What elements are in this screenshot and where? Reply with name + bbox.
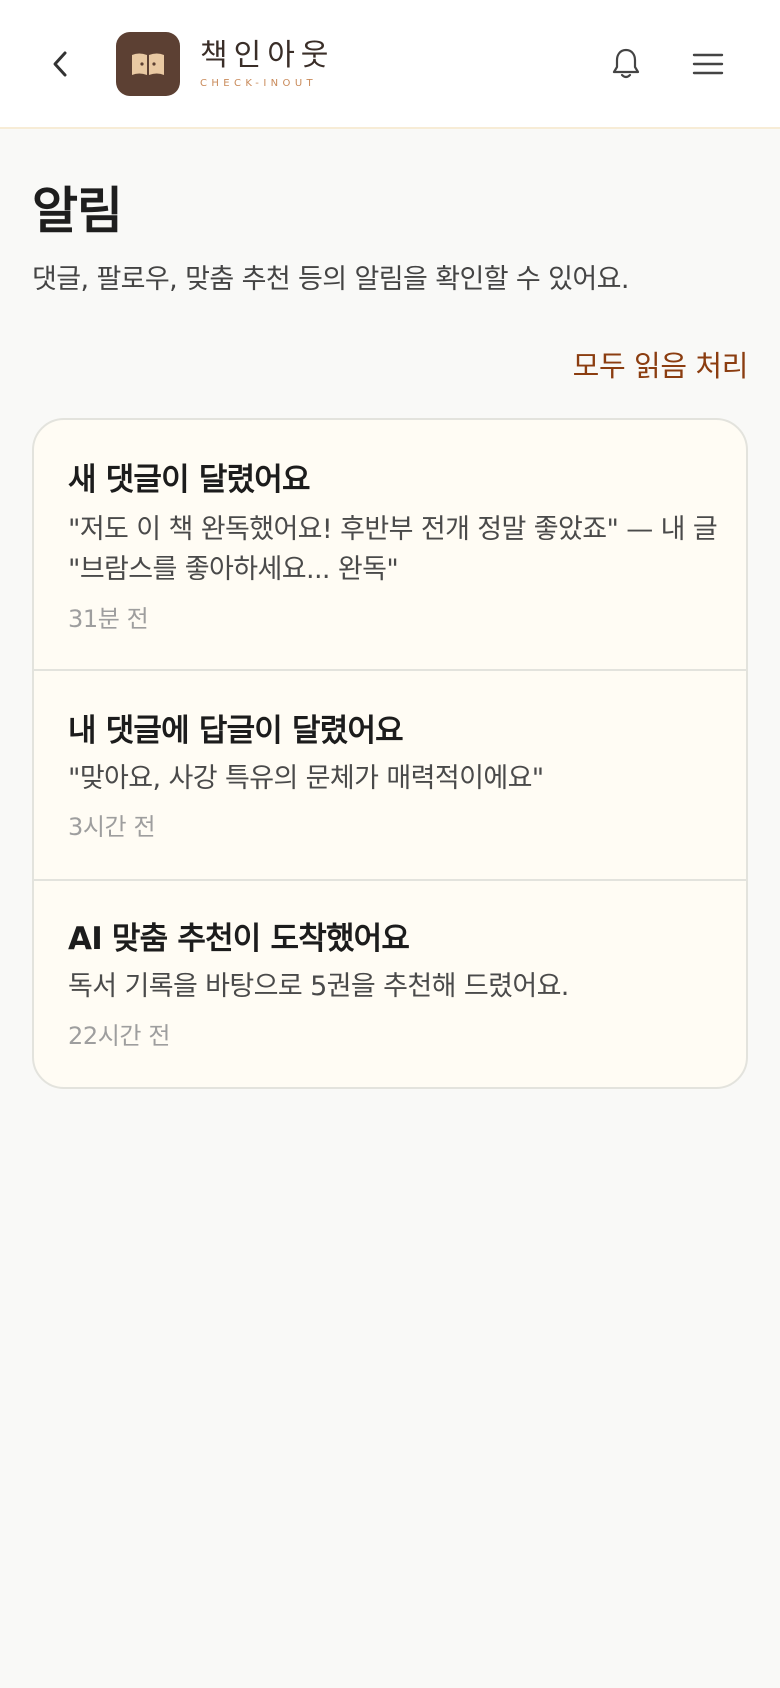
brand-tagline: CHECK-INOUT bbox=[200, 78, 318, 89]
bell-icon bbox=[612, 48, 640, 79]
menu-button[interactable] bbox=[686, 40, 730, 88]
brand-name: 책인아웃 bbox=[200, 38, 335, 73]
notification-item[interactable]: 새 댓글이 달렸어요 "저도 이 책 완독했어요! 후반부 전개 정말 좋았죠"… bbox=[34, 420, 746, 671]
page-title: 알림 bbox=[32, 182, 123, 240]
notification-title: 내 댓글에 답글이 달렸어요 bbox=[68, 713, 404, 749]
notification-body: "맞아요, 사강 특유의 문체가 매력적이에요" bbox=[68, 763, 544, 794]
notification-time: 22시간 전 bbox=[68, 1022, 171, 1050]
chevron-left-icon bbox=[53, 51, 67, 77]
notification-item[interactable]: 내 댓글에 답글이 달렸어요 "맞아요, 사강 특유의 문체가 매력적이에요" … bbox=[34, 671, 746, 881]
notification-item[interactable]: AI 맞춤 추천이 도착했어요 독서 기록을 바탕으로 5권을 추천해 드렸어요… bbox=[34, 881, 746, 1087]
notifications-button[interactable] bbox=[604, 40, 648, 88]
notification-body: "저도 이 책 완독했어요! 후반부 전개 정말 좋았죠" — 내 글 "브람스… bbox=[68, 514, 718, 585]
notification-time: 31분 전 bbox=[68, 605, 149, 633]
mark-all-read-button[interactable]: 모두 읽음 처리 bbox=[573, 346, 749, 386]
open-book-icon bbox=[132, 53, 164, 75]
back-button[interactable] bbox=[40, 40, 80, 88]
app-header: 책인아웃 CHECK-INOUT bbox=[0, 0, 780, 129]
notification-title: AI 맞춤 추천이 도착했어요 bbox=[68, 921, 410, 957]
notification-list: 새 댓글이 달렸어요 "저도 이 책 완독했어요! 후반부 전개 정말 좋았죠"… bbox=[32, 418, 748, 1089]
brand-wordmark: 책인아웃 CHECK-INOUT bbox=[200, 38, 334, 89]
notification-time: 3시간 전 bbox=[68, 813, 156, 841]
app-logo[interactable] bbox=[116, 32, 180, 96]
notification-title: 새 댓글이 달렸어요 bbox=[68, 462, 311, 498]
page-subtitle: 댓글, 팔로우, 맞춤 추천 등의 알림을 확인할 수 있어요. bbox=[32, 264, 629, 295]
hamburger-menu-icon bbox=[692, 53, 724, 75]
notification-body: 독서 기록을 바탕으로 5권을 추천해 드렸어요. bbox=[68, 971, 569, 1002]
